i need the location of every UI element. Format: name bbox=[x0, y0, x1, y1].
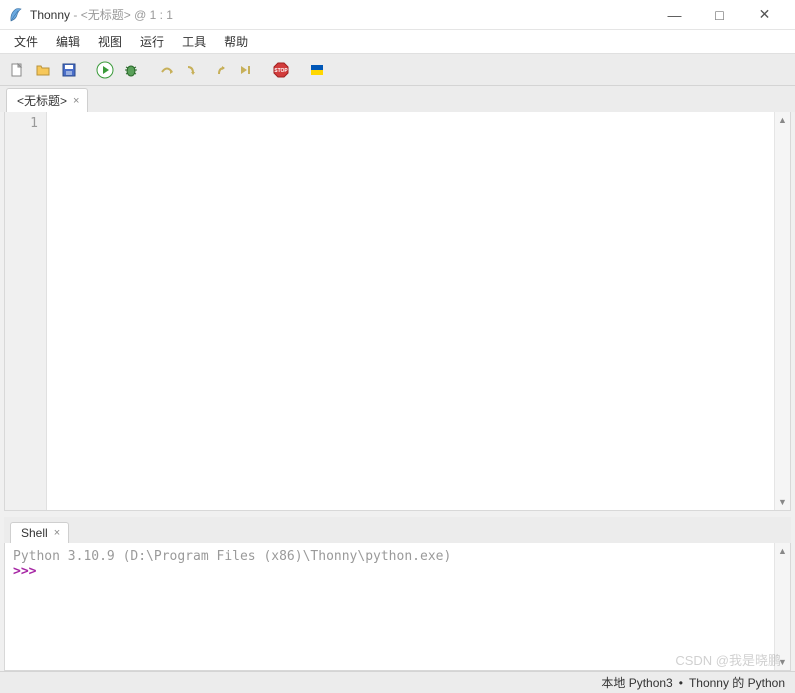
close-button[interactable]: ✕ bbox=[742, 0, 787, 30]
shell-pane: Python 3.10.9 (D:\Program Files (x86)\Th… bbox=[4, 543, 791, 671]
menu-run[interactable]: 运行 bbox=[132, 31, 172, 52]
close-icon[interactable]: × bbox=[54, 527, 60, 539]
save-disk-icon[interactable] bbox=[58, 59, 80, 81]
scroll-down-icon[interactable]: ▼ bbox=[775, 654, 790, 670]
stop-icon[interactable]: STOP bbox=[270, 59, 292, 81]
editor-tab-row: <无标题> × bbox=[0, 86, 795, 112]
line-gutter: 1 bbox=[5, 112, 47, 510]
scroll-up-icon[interactable]: ▲ bbox=[775, 112, 790, 128]
minimize-button[interactable]: — bbox=[652, 0, 697, 30]
toolbar: STOP bbox=[0, 54, 795, 86]
svg-text:STOP: STOP bbox=[274, 68, 288, 74]
scroll-down-icon[interactable]: ▼ bbox=[775, 494, 790, 510]
shell-tab-row: Shell × bbox=[4, 517, 791, 543]
menu-tools[interactable]: 工具 bbox=[174, 31, 214, 52]
shell-banner: Python 3.10.9 (D:\Program Files (x86)\Th… bbox=[13, 549, 766, 564]
step-over-icon[interactable] bbox=[156, 59, 178, 81]
status-separator: • bbox=[679, 676, 683, 690]
line-number: 1 bbox=[5, 116, 38, 131]
app-icon bbox=[8, 7, 24, 23]
menu-help[interactable]: 帮助 bbox=[216, 31, 256, 52]
menu-bar: 文件 编辑 视图 运行 工具 帮助 bbox=[0, 30, 795, 54]
menu-view[interactable]: 视图 bbox=[90, 31, 130, 52]
window-controls: — □ ✕ bbox=[652, 0, 787, 30]
resume-icon[interactable] bbox=[234, 59, 256, 81]
editor-pane: 1 ▲ ▼ bbox=[4, 112, 791, 511]
step-into-icon[interactable] bbox=[182, 59, 204, 81]
status-interpreter[interactable]: 本地 Python3 bbox=[601, 674, 672, 691]
menu-file[interactable]: 文件 bbox=[6, 31, 46, 52]
shell-tab[interactable]: Shell × bbox=[10, 522, 69, 543]
open-folder-icon[interactable] bbox=[32, 59, 54, 81]
bug-icon[interactable] bbox=[120, 59, 142, 81]
code-editor[interactable] bbox=[47, 112, 774, 510]
scroll-up-icon[interactable]: ▲ bbox=[775, 543, 790, 559]
shell-prompt: >>> bbox=[13, 564, 36, 579]
step-out-icon[interactable] bbox=[208, 59, 230, 81]
menu-edit[interactable]: 编辑 bbox=[48, 31, 88, 52]
shell-tab-label: Shell bbox=[21, 526, 48, 540]
editor-scrollbar[interactable]: ▲ ▼ bbox=[774, 112, 790, 510]
app-title: Thonny - <无标题> @ 1 : 1 bbox=[30, 6, 173, 23]
shell-scrollbar[interactable]: ▲ ▼ bbox=[774, 543, 790, 670]
maximize-button[interactable]: □ bbox=[697, 0, 742, 30]
play-icon[interactable] bbox=[94, 59, 116, 81]
close-icon[interactable]: × bbox=[73, 95, 79, 107]
title-bar: Thonny - <无标题> @ 1 : 1 — □ ✕ bbox=[0, 0, 795, 30]
shell-output[interactable]: Python 3.10.9 (D:\Program Files (x86)\Th… bbox=[5, 543, 774, 670]
editor-tab-label: <无标题> bbox=[17, 92, 67, 109]
flag-icon[interactable] bbox=[306, 59, 328, 81]
status-backend[interactable]: Thonny 的 Python bbox=[689, 674, 785, 691]
status-bar: 本地 Python3 • Thonny 的 Python bbox=[0, 671, 795, 693]
editor-tab[interactable]: <无标题> × bbox=[6, 88, 88, 112]
new-file-icon[interactable] bbox=[6, 59, 28, 81]
